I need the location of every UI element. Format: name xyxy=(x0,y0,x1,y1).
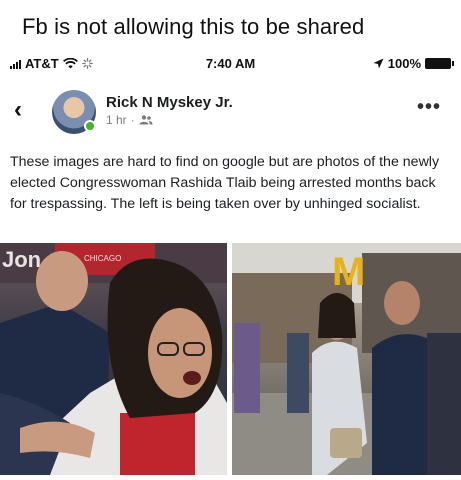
arrest-photo-right: M xyxy=(232,243,461,475)
red-shirt xyxy=(120,413,195,475)
arrest-photo-left: Jon CHICAGO xyxy=(0,243,227,475)
officer-right-head xyxy=(384,281,420,325)
photo-sign-text: Jon xyxy=(2,247,41,272)
post-photo-left[interactable]: Jon CHICAGO xyxy=(0,243,227,475)
post-meta: 1 hr · xyxy=(106,113,153,127)
mcdonalds-sign: M xyxy=(332,250,365,294)
meta-separator: · xyxy=(130,113,135,127)
back-chevron-icon[interactable]: ‹ xyxy=(14,96,22,124)
battery-icon xyxy=(425,58,454,69)
more-options-icon[interactable]: ••• xyxy=(417,96,441,119)
crowd-person xyxy=(287,333,309,413)
crowd-person xyxy=(234,323,260,413)
post-time[interactable]: 1 hr xyxy=(106,113,127,127)
location-arrow-icon xyxy=(373,58,384,69)
online-indicator xyxy=(84,120,96,132)
post-body: These images are hard to find on google … xyxy=(10,154,440,212)
handbag xyxy=(330,428,362,458)
post-photo-right[interactable]: M xyxy=(232,243,461,475)
status-right: 100% xyxy=(373,56,454,71)
post-author[interactable]: Rick N Myskey Jr. xyxy=(106,94,233,111)
officer-head xyxy=(36,251,88,311)
status-bar: AT&T 7:40 AM 100% xyxy=(0,54,461,74)
photo-banner-text: CHICAGO xyxy=(84,254,121,263)
friends-audience-icon xyxy=(139,115,153,125)
post-header: ‹ Rick N Myskey Jr. 1 hr · ••• xyxy=(0,86,461,138)
screenshot-caption: Fb is not allowing this to be shared xyxy=(22,14,365,39)
battery-percent: 100% xyxy=(387,56,421,71)
